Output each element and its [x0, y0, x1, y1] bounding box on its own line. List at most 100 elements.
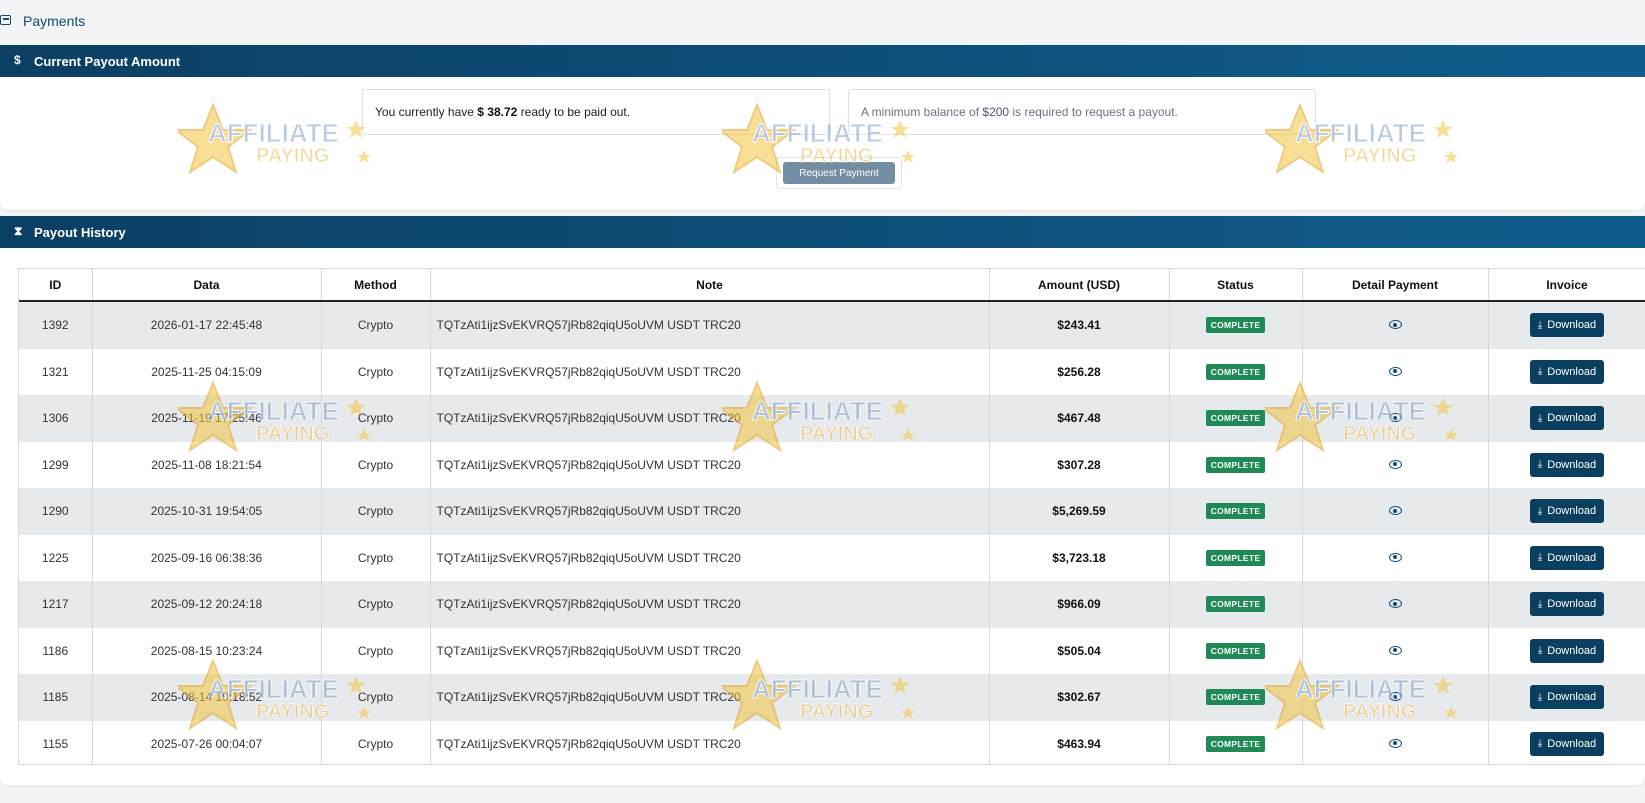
download-invoice-button[interactable]: ⤓ Download — [1529, 592, 1605, 617]
page-header: Payments — [0, 0, 1645, 44]
minimum-info: A minimum balance of $200 is required to… — [848, 89, 1316, 135]
balance-prefix: You currently have — [375, 105, 474, 119]
cell-amount: $243.41 — [989, 301, 1170, 349]
cell-status: COMPLETE — [1169, 720, 1303, 764]
download-icon: ⤓ — [1537, 645, 1543, 657]
table-header-row: ID Data Method Note Amount (USD) Status … — [19, 269, 1645, 302]
cell-date: 2025-11-25 04:15:09 — [92, 348, 322, 395]
minimum-prefix: A minimum balance of — [861, 105, 980, 119]
cell-invoice: ⤓ Download — [1488, 674, 1645, 721]
view-detail-eye-icon[interactable] — [1388, 506, 1402, 516]
table-row: 1392 2026-01-17 22:45:48 Crypto TQTzAti1ijz… — [19, 301, 1645, 349]
view-detail-eye-icon[interactable] — [1388, 413, 1402, 423]
download-label: Download — [1547, 365, 1597, 378]
cell-detail — [1302, 627, 1489, 674]
balance-amount: $ 38.72 — [477, 105, 518, 119]
view-detail-eye-icon[interactable] — [1388, 645, 1402, 655]
download-invoice-button[interactable]: ⤓ Download — [1529, 406, 1605, 431]
download-icon: ⤓ — [1537, 366, 1543, 378]
cell-detail — [1302, 441, 1489, 488]
view-detail-eye-icon[interactable] — [1388, 692, 1402, 702]
cell-invoice: ⤓ Download — [1488, 348, 1645, 395]
cell-status: COMPLETE — [1169, 441, 1303, 488]
cell-method: Crypto — [321, 301, 431, 349]
table-row: 1155 2025-07-26 00:04:07 Crypto TQTzAti1ijz… — [19, 720, 1645, 764]
cell-detail — [1302, 348, 1489, 395]
cell-id: 1155 — [19, 720, 93, 764]
column-header-method[interactable]: Method — [321, 269, 431, 302]
cell-amount: $256.28 — [989, 348, 1170, 395]
cell-amount: $467.48 — [989, 395, 1170, 442]
status-badge: COMPLETE — [1205, 596, 1266, 613]
download-invoice-button[interactable]: ⤓ Download — [1529, 359, 1605, 384]
cell-method: Crypto — [321, 488, 431, 535]
cell-date: 2025-07-26 00:04:07 — [92, 720, 322, 764]
cell-id: 1321 — [19, 348, 93, 395]
cell-detail — [1302, 301, 1489, 349]
cell-amount: $302.67 — [989, 674, 1170, 721]
status-badge: COMPLETE — [1205, 410, 1266, 427]
view-detail-eye-icon[interactable] — [1388, 599, 1402, 609]
request-payment-button[interactable]: Request Payment — [783, 162, 895, 184]
status-badge: COMPLETE — [1205, 456, 1266, 473]
download-icon: ⤓ — [1537, 319, 1543, 331]
download-icon: ⤓ — [1537, 691, 1543, 703]
download-icon: ⤓ — [1537, 412, 1543, 424]
column-header-status[interactable]: Status — [1169, 269, 1303, 302]
cell-note: TQTzAti1ijzSvEKVRQ57jRb82qiqU5oUVM USDT … — [430, 627, 990, 674]
cell-amount: $966.09 — [989, 581, 1170, 628]
cell-status: COMPLETE — [1169, 534, 1303, 581]
download-invoice-button[interactable]: ⤓ Download — [1529, 685, 1605, 710]
download-invoice-button[interactable]: ⤓ Download — [1529, 499, 1605, 524]
table-row: 1217 2025-09-12 20:24:18 Crypto TQTzAti1ijz… — [19, 581, 1645, 628]
cell-detail — [1302, 534, 1489, 581]
payout-table: ID Data Method Note Amount (USD) Status … — [19, 269, 1645, 764]
current-payout-title: Current Payout Amount — [34, 54, 181, 69]
cell-status: COMPLETE — [1169, 627, 1303, 674]
cell-id: 1185 — [19, 674, 93, 721]
column-header-id[interactable]: ID — [19, 269, 93, 302]
cell-note: TQTzAti1ijzSvEKVRQ57jRb82qiqU5oUVM USDT … — [430, 581, 990, 628]
column-header-detail[interactable]: Detail Payment — [1302, 269, 1489, 302]
view-detail-eye-icon[interactable] — [1388, 366, 1402, 376]
cell-method: Crypto — [321, 627, 431, 674]
dollar-icon: $ — [14, 53, 21, 67]
download-invoice-button[interactable]: ⤓ Download — [1529, 452, 1605, 477]
column-header-date[interactable]: Data — [92, 269, 322, 302]
wallet-icon — [0, 15, 11, 25]
cell-note: TQTzAti1ijzSvEKVRQ57jRb82qiqU5oUVM USDT … — [430, 441, 990, 488]
cell-date: 2025-11-08 18:21:54 — [92, 441, 322, 488]
column-header-invoice[interactable]: Invoice — [1488, 269, 1645, 302]
status-badge: COMPLETE — [1205, 689, 1266, 706]
download-invoice-button[interactable]: ⤓ Download — [1529, 313, 1605, 338]
view-detail-eye-icon[interactable] — [1388, 738, 1402, 748]
view-detail-eye-icon[interactable] — [1388, 320, 1402, 330]
payout-history-header: ⧗ Payout History — [0, 216, 1645, 248]
cell-id: 1392 — [19, 301, 93, 349]
download-icon: ⤓ — [1537, 505, 1543, 517]
cell-id: 1290 — [19, 488, 93, 535]
download-invoice-button[interactable]: ⤓ Download — [1529, 545, 1605, 570]
cell-note: TQTzAti1ijzSvEKVRQ57jRb82qiqU5oUVM USDT … — [430, 301, 990, 349]
page-title: Payments — [23, 13, 86, 29]
cell-detail — [1302, 488, 1489, 535]
hourglass-icon: ⧗ — [14, 224, 23, 238]
cell-invoice: ⤓ Download — [1488, 488, 1645, 535]
view-detail-eye-icon[interactable] — [1388, 552, 1402, 562]
table-row: 1306 2025-11-19 17:25:46 Crypto TQTzAti1ijz… — [19, 395, 1645, 442]
download-invoice-button[interactable]: ⤓ Download — [1529, 731, 1605, 756]
current-payout-header: $ Current Payout Amount — [0, 45, 1645, 77]
payout-history-card: ⧗ Payout History ID Data Method Note Amo… — [0, 216, 1645, 785]
cell-note: TQTzAti1ijzSvEKVRQ57jRb82qiqU5oUVM USDT … — [430, 488, 990, 535]
cell-amount: $307.28 — [989, 441, 1170, 488]
cell-detail — [1302, 674, 1489, 721]
column-header-note[interactable]: Note — [430, 269, 990, 302]
cell-date: 2026-01-17 22:45:48 — [92, 301, 322, 349]
cell-note: TQTzAti1ijzSvEKVRQ57jRb82qiqU5oUVM USDT … — [430, 348, 990, 395]
view-detail-eye-icon[interactable] — [1388, 459, 1402, 469]
column-header-amount[interactable]: Amount (USD) — [989, 269, 1170, 302]
download-invoice-button[interactable]: ⤓ Download — [1529, 638, 1605, 663]
cell-note: TQTzAti1ijzSvEKVRQ57jRb82qiqU5oUVM USDT … — [430, 534, 990, 581]
minimum-amount: $200 — [982, 105, 1010, 119]
cell-invoice: ⤓ Download — [1488, 395, 1645, 442]
